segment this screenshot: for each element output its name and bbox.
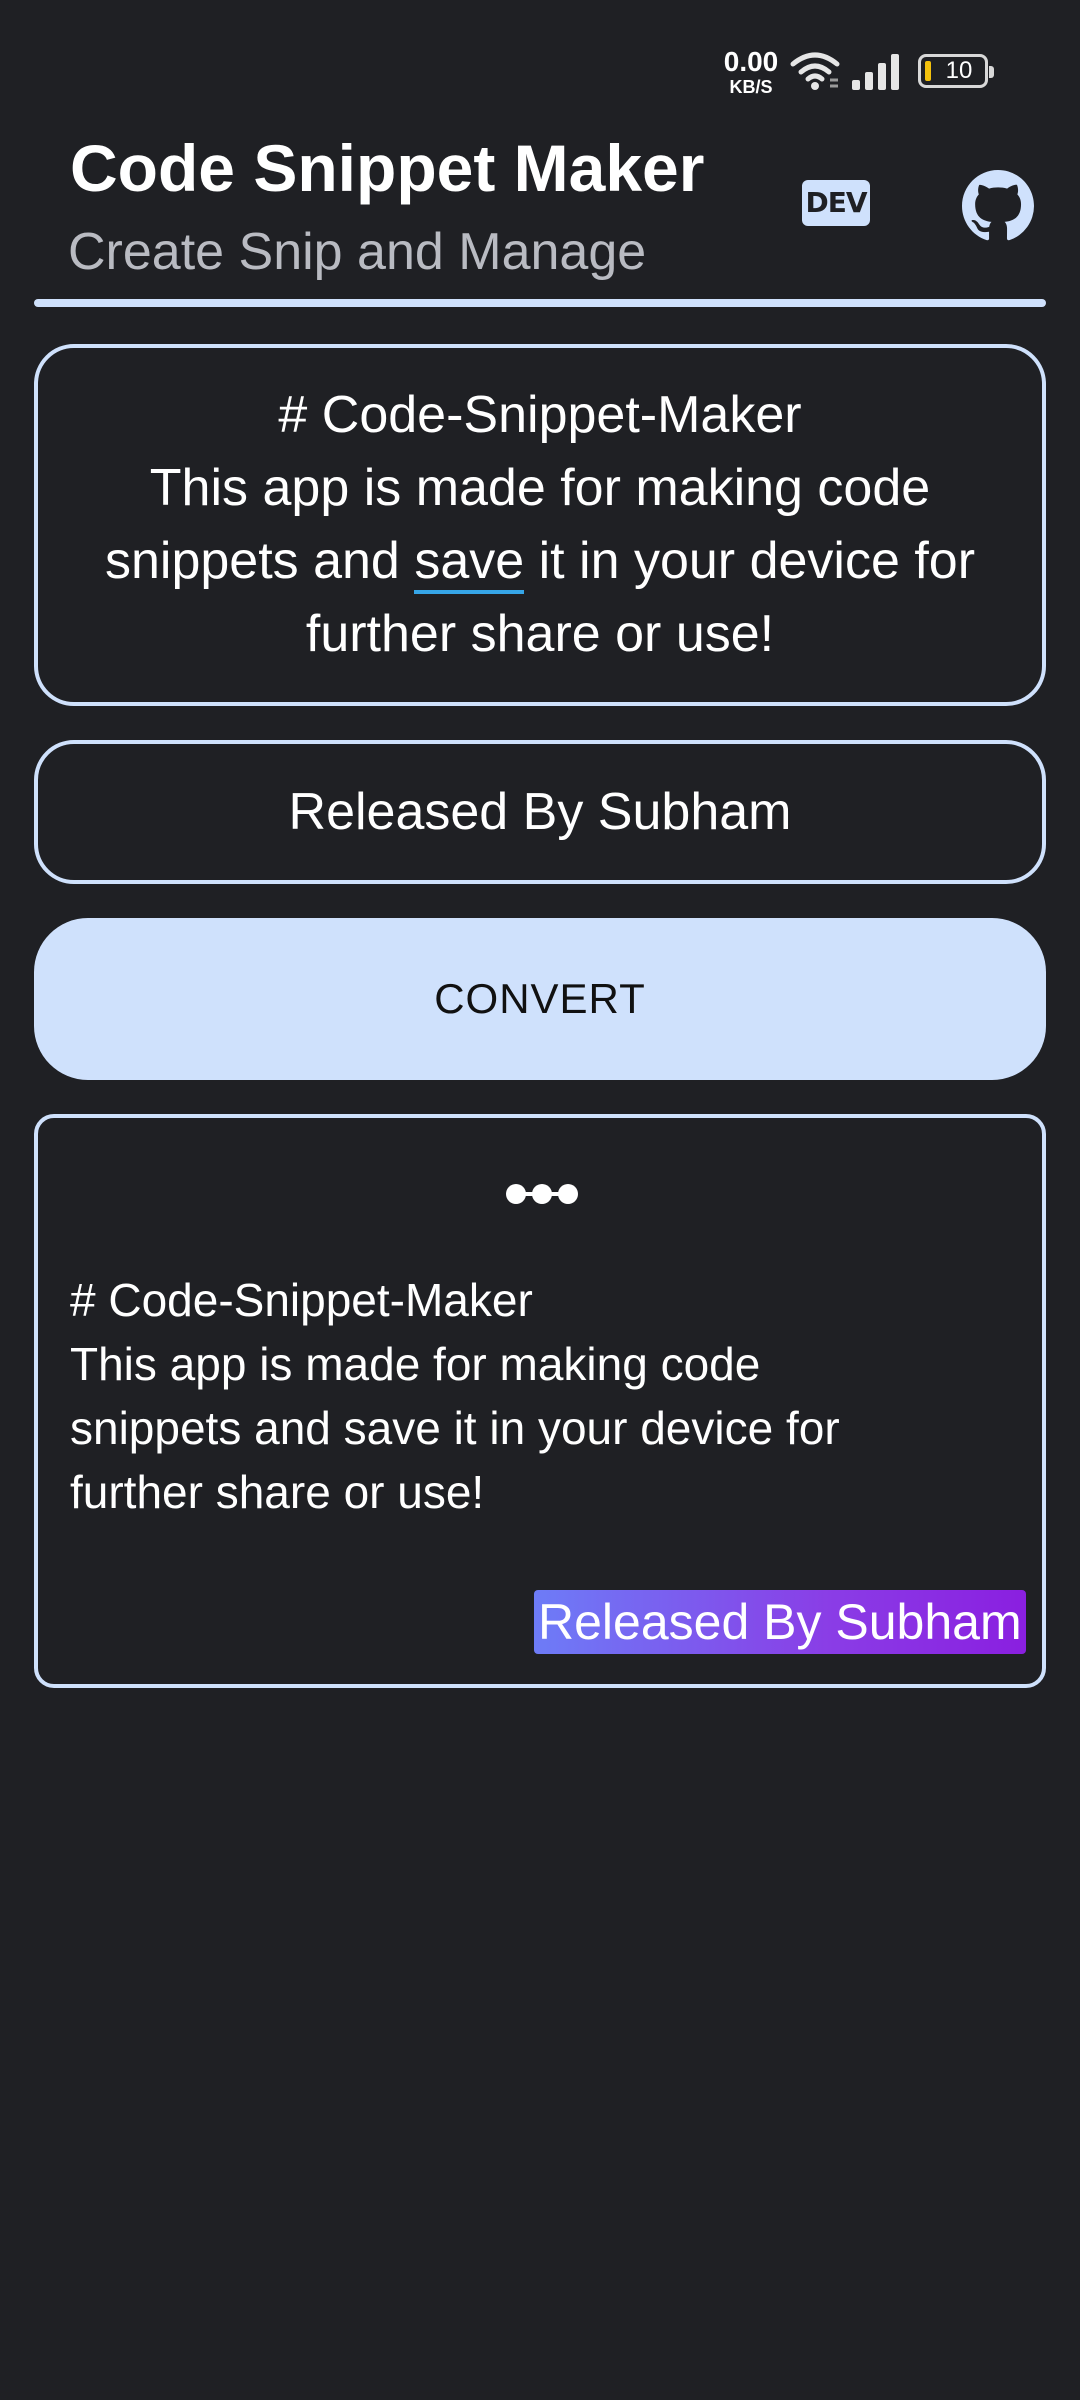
markdown-line-3-end: it in your device for <box>524 532 976 590</box>
network-speed-unit: KB/S <box>729 77 773 97</box>
battery-level: 10 <box>945 57 973 84</box>
spellcheck-underlined-word: save <box>414 532 525 594</box>
battery-icon: 10 <box>918 54 994 88</box>
markdown-line-2: This app is made for making code <box>149 459 931 517</box>
snippet-author-badge: Released By Subham <box>534 1590 1026 1654</box>
signal-icon <box>852 54 899 90</box>
markdown-input-text: # Code-Snippet-Maker This app is made fo… <box>105 379 975 671</box>
network-speed: 0.00 KB/S <box>718 46 784 97</box>
window-dots-icon <box>506 1184 578 1204</box>
markdown-line-4: further share or use! <box>305 605 775 663</box>
status-bar: 0.00 KB/S 10 <box>0 0 1080 130</box>
author-input-text: Released By Subham <box>288 783 792 841</box>
snippet-text: # Code-Snippet-Maker This app is made fo… <box>70 1274 840 1518</box>
markdown-line-3-start: snippets and <box>104 532 415 590</box>
markdown-line-1: # Code-Snippet-Maker <box>278 386 802 444</box>
author-input[interactable]: Released By Subham <box>34 740 1046 884</box>
network-speed-value: 0.00 <box>723 46 779 77</box>
snippet-preview: # Code-Snippet-Maker This app is made fo… <box>34 1114 1046 1688</box>
app-subtitle: Create Snip and Manage <box>68 223 647 281</box>
dev-badge-icon[interactable]: DEV <box>802 180 870 226</box>
github-icon[interactable] <box>962 170 1034 242</box>
battery-fill <box>925 61 931 81</box>
header-divider <box>34 299 1046 307</box>
markdown-line-3: snippets and save it in your device for <box>105 532 975 594</box>
app-title: Code Snippet Maker <box>70 131 705 205</box>
app-screen: 0.00 KB/S 10 Code Snippet Maker Create S… <box>0 0 1080 2400</box>
convert-button[interactable]: CONVERT <box>34 918 1046 1080</box>
markdown-input[interactable]: # Code-Snippet-Maker This app is made fo… <box>34 344 1046 706</box>
wifi-icon <box>790 52 840 90</box>
